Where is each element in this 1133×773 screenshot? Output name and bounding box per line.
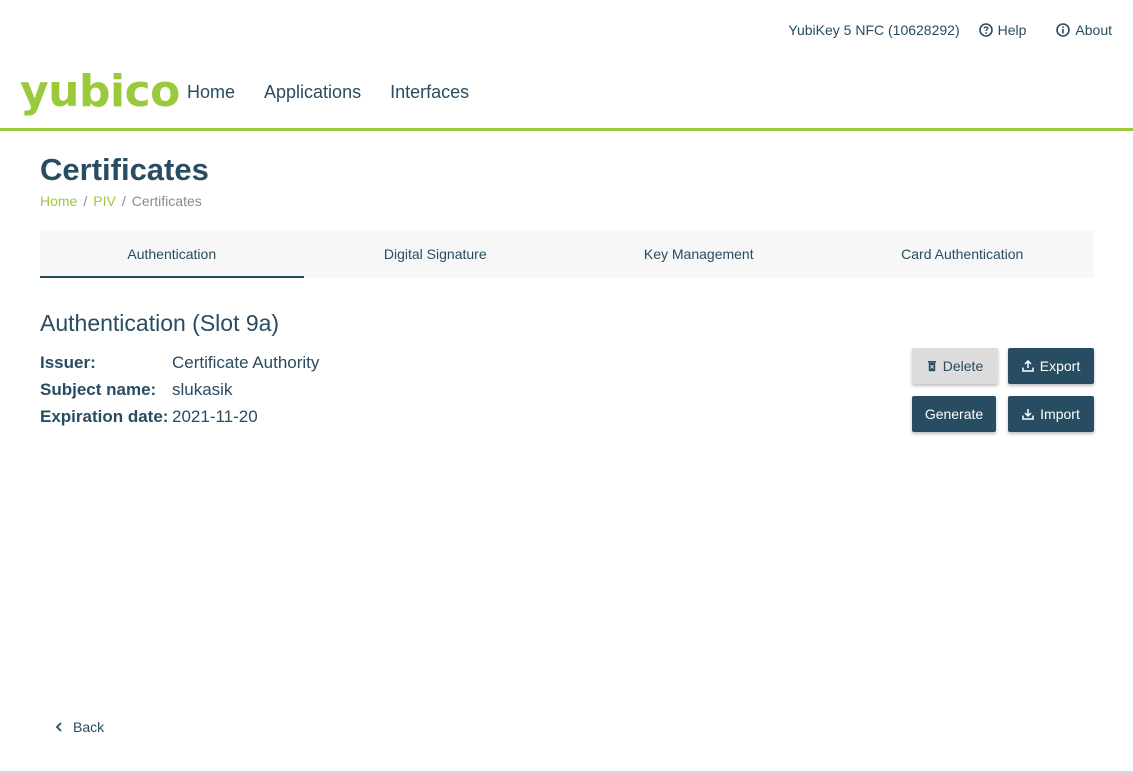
slot-tabs: Authentication Digital Signature Key Man…	[40, 230, 1094, 278]
detail-row-subject: Subject name: slukasik	[40, 379, 319, 406]
top-bar: YubiKey 5 NFC (10628292) Help About	[788, 22, 1112, 38]
breadcrumb-piv[interactable]: PIV	[93, 193, 116, 209]
expiration-date-value: 2021-11-20	[172, 407, 258, 426]
expiration-date-label: Expiration date:	[40, 407, 169, 426]
device-name: YubiKey 5 NFC (10628292)	[788, 22, 960, 38]
import-icon	[1022, 409, 1034, 420]
breadcrumb-current: Certificates	[131, 193, 202, 209]
nav-item-home[interactable]: Home	[187, 82, 235, 103]
subject-name-value: slukasik	[172, 380, 233, 399]
import-button[interactable]: Import	[1008, 396, 1094, 432]
help-icon	[978, 23, 993, 37]
export-icon	[1022, 360, 1034, 372]
breadcrumb: Home / PIV / Certificates	[40, 193, 202, 209]
about-link[interactable]: About	[1056, 22, 1112, 38]
slot-title: Authentication (Slot 9a)	[40, 310, 280, 336]
chevron-left-icon	[55, 722, 62, 732]
breadcrumb-home[interactable]: Home	[40, 193, 77, 209]
nav-item-interfaces[interactable]: Interfaces	[390, 82, 469, 103]
tab-authentication[interactable]: Authentication	[40, 230, 304, 278]
issuer-label: Issuer:	[40, 353, 96, 372]
export-button[interactable]: Export	[1008, 348, 1094, 384]
page-title: Certificates	[40, 152, 209, 187]
info-icon	[1056, 23, 1071, 37]
nav-item-applications[interactable]: Applications	[264, 82, 361, 103]
back-button[interactable]: Back	[55, 719, 104, 735]
tab-digital-signature[interactable]: Digital Signature	[304, 230, 568, 278]
help-label: Help	[997, 22, 1027, 38]
export-label: Export	[1039, 358, 1081, 374]
delete-label: Delete	[942, 358, 984, 374]
tab-card-authentication[interactable]: Card Authentication	[831, 230, 1095, 278]
app-window: YubiKey 5 NFC (10628292) Help About yubi…	[0, 0, 1133, 773]
delete-button[interactable]: Delete	[912, 348, 998, 384]
generate-label: Generate	[924, 406, 984, 422]
help-link[interactable]: Help	[978, 22, 1027, 38]
header: yubico Home Applications Interfaces	[0, 66, 1133, 128]
detail-row-issuer: Issuer: Certificate Authority	[40, 352, 319, 379]
trash-icon	[927, 361, 936, 372]
certificate-details: Issuer: Certificate Authority Subject na…	[40, 352, 319, 433]
breadcrumb-separator: /	[121, 193, 126, 209]
header-divider	[0, 128, 1133, 131]
about-label: About	[1075, 22, 1112, 38]
generate-button[interactable]: Generate	[912, 396, 996, 432]
detail-row-expiration: Expiration date: 2021-11-20	[40, 406, 319, 433]
breadcrumb-separator: /	[83, 193, 88, 209]
main-nav: Home Applications Interfaces	[187, 82, 498, 103]
issuer-value: Certificate Authority	[172, 353, 320, 372]
import-label: Import	[1040, 406, 1080, 422]
subject-name-label: Subject name:	[40, 380, 157, 399]
tab-key-management[interactable]: Key Management	[567, 230, 831, 278]
yubico-logo[interactable]: yubico	[20, 66, 180, 118]
back-label: Back	[73, 719, 105, 735]
